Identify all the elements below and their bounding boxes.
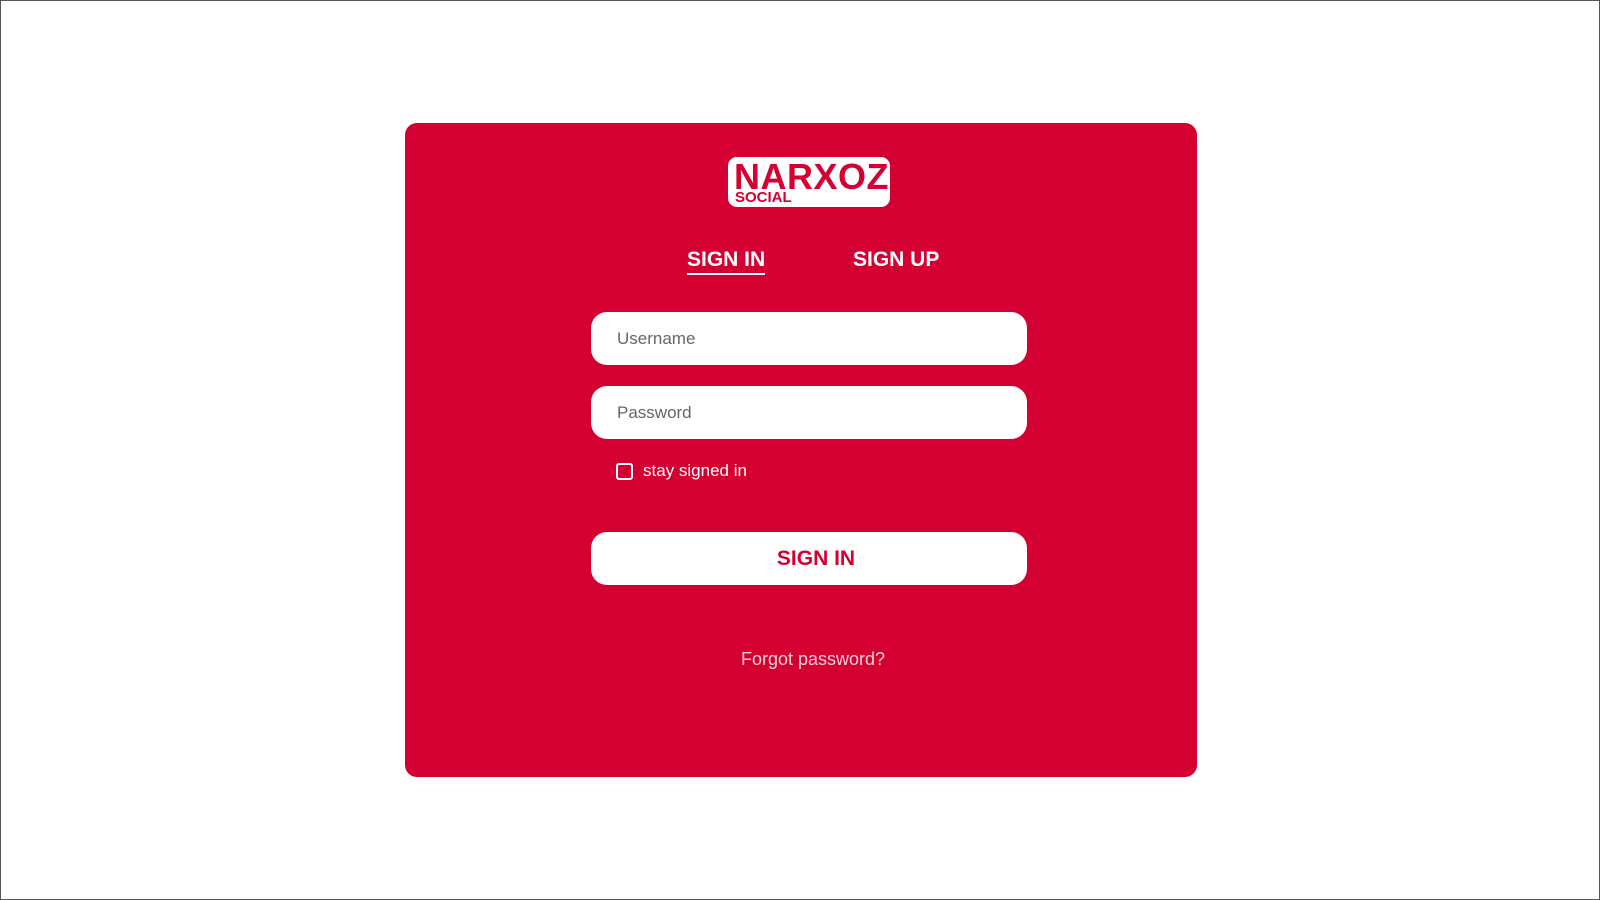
login-card: NARXOZ SOCIAL SIGN IN SIGN UP stay signe… xyxy=(405,123,1197,777)
stay-signed-in-option[interactable]: stay signed in xyxy=(616,460,747,482)
tab-sign-in[interactable]: SIGN IN xyxy=(687,248,766,275)
password-input[interactable] xyxy=(591,386,1027,439)
auth-tabs: SIGN IN SIGN UP xyxy=(405,248,1197,278)
forgot-password-link[interactable]: Forgot password? xyxy=(405,649,1221,670)
tab-sign-up[interactable]: SIGN UP xyxy=(853,248,939,272)
sign-in-button[interactable]: SIGN IN xyxy=(591,532,1027,585)
narxoz-social-logo: NARXOZ SOCIAL xyxy=(728,157,890,207)
stay-signed-in-label: stay signed in xyxy=(643,461,747,480)
stay-signed-in-checkbox[interactable] xyxy=(616,462,633,480)
username-input[interactable] xyxy=(591,312,1027,365)
logo-subtitle: SOCIAL xyxy=(735,189,792,206)
